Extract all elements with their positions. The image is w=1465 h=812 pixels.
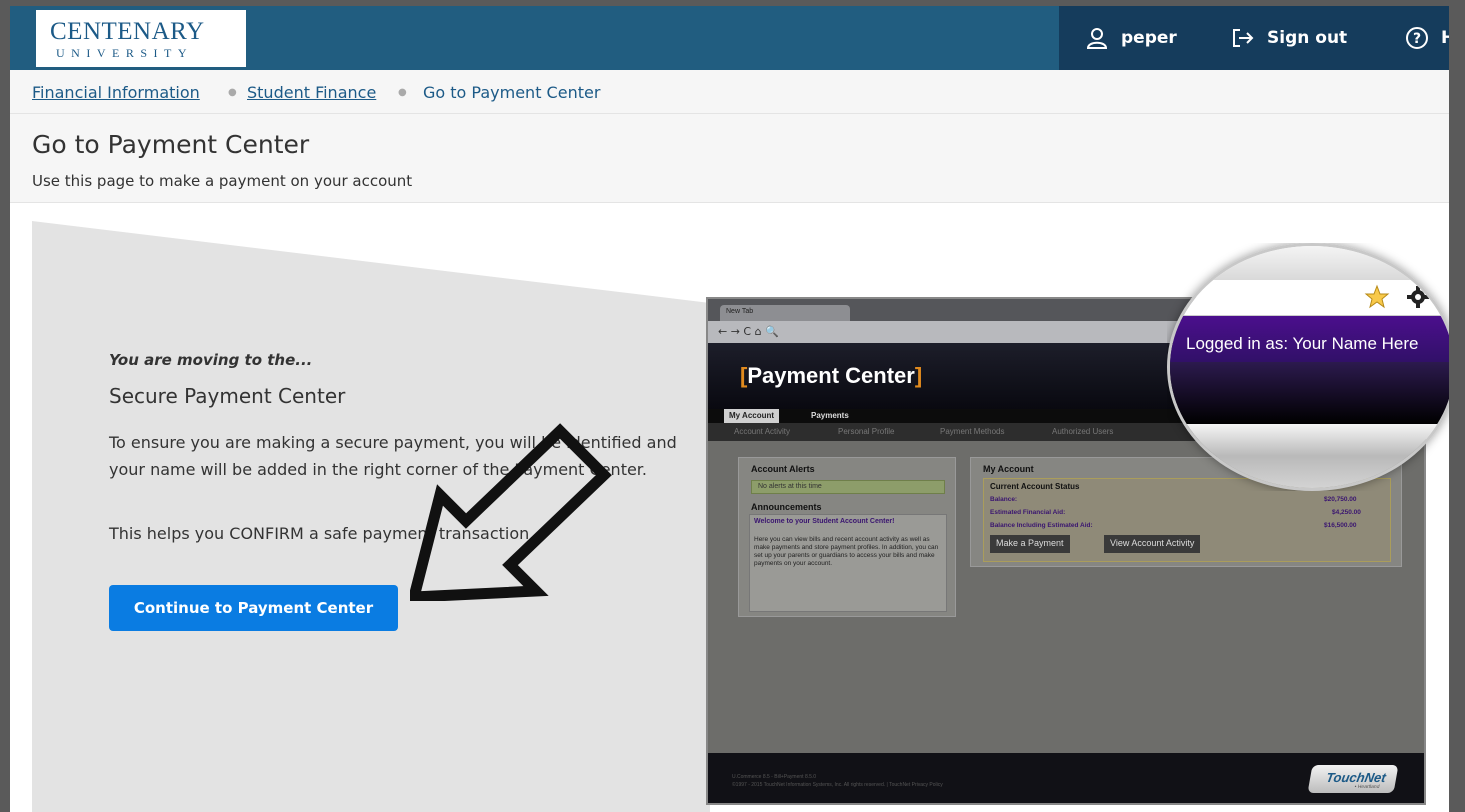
continue-to-payment-center-button[interactable]: Continue to Payment Center — [109, 585, 398, 631]
page-header: Go to Payment Center Use this page to ma… — [10, 114, 1449, 203]
preview-browser-tab: New Tab — [720, 305, 850, 321]
sign-out-icon — [1233, 29, 1254, 47]
preview-footer-text: U.Commerce 8.5 - Bill+Payment 8.5.0 ©199… — [732, 774, 943, 788]
preview-subnav-item: Account Activity — [734, 427, 791, 436]
logo-sub: UNIVERSITY — [56, 46, 193, 60]
secure-heading: Secure Payment Center — [109, 384, 346, 408]
header-user-area: peper Sign out ? H — [1059, 6, 1449, 70]
preview-subnav-item: Payment Methods — [940, 427, 1005, 436]
preview-aid-value: $4,250.00 — [1332, 509, 1361, 516]
university-logo[interactable]: CENTENARY UNIVERSITY — [36, 10, 246, 67]
help-label: H — [1441, 28, 1449, 48]
breadcrumb-separator: ● — [228, 87, 237, 98]
sign-out-label: Sign out — [1267, 28, 1348, 48]
preview-subnav-item: Personal Profile — [838, 427, 895, 436]
preview-aid-label: Estimated Financial Aid: — [990, 509, 1066, 516]
user-menu[interactable]: peper — [1085, 24, 1177, 52]
breadcrumb: Financial Information ● Student Finance … — [10, 70, 1449, 114]
preview-alerts-message: No alerts at this time — [751, 480, 945, 494]
magnifier-circle: Logged in as: Your Name Here — [1167, 243, 1449, 491]
page-title: Go to Payment Center — [32, 130, 310, 159]
preview-announcement-box: Welcome to your Student Account Center! … — [749, 514, 947, 612]
preview-announcement-body: Here you can view bills and recent accou… — [754, 536, 939, 567]
preview-alerts-panel: Account Alerts No alerts at this time An… — [738, 457, 956, 617]
preview-nav-controls: ← → C ⌂ 🔍 — [718, 325, 779, 338]
magnifier-callout: Logged in as: Your Name Here — [1167, 243, 1449, 491]
preview-tab-payments: Payments — [811, 411, 849, 420]
preview-status-title: Current Account Status — [990, 482, 1080, 491]
preview-welcome: Welcome to your Student Account Center! — [754, 518, 895, 525]
preview-alerts-title: Account Alerts — [751, 464, 815, 474]
breadcrumb-financial-information[interactable]: Financial Information — [32, 83, 200, 102]
help-icon: ? — [1406, 27, 1428, 49]
preview-account-title: My Account — [983, 464, 1034, 474]
star-icon — [1364, 284, 1390, 309]
gear-icon — [1407, 286, 1429, 308]
preview-title: [Payment Center] — [740, 363, 923, 388]
intro-text: You are moving to the... — [109, 351, 313, 369]
page-subtitle: Use this page to make a payment on your … — [32, 172, 413, 190]
help-link[interactable]: ? H — [1405, 24, 1449, 52]
preview-balance-incl-label: Balance Including Estimated Aid: — [990, 522, 1093, 529]
preview-footer: U.Commerce 8.5 - Bill+Payment 8.5.0 ©199… — [708, 753, 1424, 803]
logo-name: CENTENARY — [50, 18, 205, 45]
breadcrumb-current: Go to Payment Center — [423, 83, 601, 102]
svg-text:?: ? — [1413, 31, 1421, 47]
preview-balance-value: $20,750.00 — [1324, 496, 1357, 503]
user-name: peper — [1121, 28, 1177, 48]
preview-make-payment-button: Make a Payment — [990, 535, 1070, 553]
touchnet-logo: TouchNet • Heartland — [1307, 765, 1399, 793]
preview-balance-label: Balance: — [990, 496, 1018, 503]
preview-view-activity-button: View Account Activity — [1104, 535, 1201, 553]
magnified-browser-bar — [1170, 280, 1449, 316]
magnified-logged-in-text: Logged in as: Your Name Here — [1186, 334, 1419, 353]
breadcrumb-student-finance[interactable]: Student Finance — [247, 83, 376, 102]
breadcrumb-separator: ● — [398, 87, 407, 98]
top-header: CENTENARY UNIVERSITY peper Sign out ? H — [10, 6, 1449, 70]
page: CENTENARY UNIVERSITY peper Sign out ? H … — [10, 6, 1449, 812]
preview-tab-my-account: My Account — [724, 409, 780, 423]
preview-subnav-item: Authorized Users — [1052, 427, 1114, 436]
preview-balance-incl-value: $16,500.00 — [1324, 522, 1357, 529]
pointer-arrow-icon — [410, 423, 612, 601]
user-icon — [1086, 28, 1108, 49]
preview-announcements-title: Announcements — [751, 502, 822, 512]
sign-out-link[interactable]: Sign out — [1231, 24, 1347, 52]
